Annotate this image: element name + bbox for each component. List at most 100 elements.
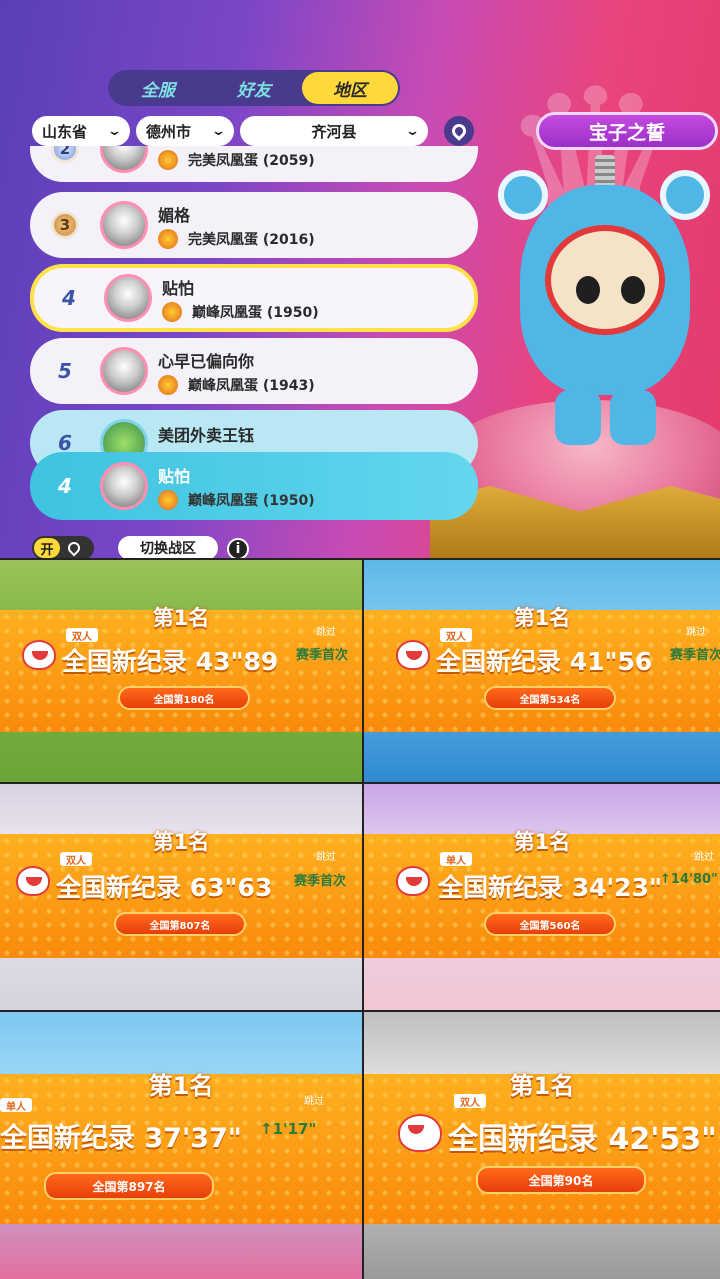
toggle-on-label: 开 <box>34 538 60 558</box>
avatar <box>100 347 148 395</box>
rank-number: 3 <box>30 211 100 239</box>
mascot-leg <box>610 390 656 445</box>
tier-text: 巅峰凤凰蛋 (1950) <box>162 301 319 322</box>
player-name: 贴怕 <box>158 466 191 486</box>
mascot-character <box>498 155 710 450</box>
record-text: 全国新纪录 34'23" <box>438 873 662 902</box>
skip-button[interactable]: 跳过 <box>316 848 336 863</box>
first-place-text: 第1名 <box>152 830 210 854</box>
record-text: 全国新纪录 41"56 <box>436 647 653 676</box>
tab-all-server[interactable]: 全服 <box>110 72 206 104</box>
scope-tabs: 全服 好友 地区 <box>108 70 400 106</box>
rank-number: 5 <box>58 359 72 383</box>
chevron-down-icon: ⌄ <box>404 123 421 139</box>
skip-button[interactable]: 跳过 <box>304 1092 324 1107</box>
bronze-medal-icon: 3 <box>51 211 79 239</box>
tier-icon <box>158 489 178 510</box>
record-panel: 第1名 单人 跳过 全国新纪录 34'23" ↑14'80" 全国第560名 <box>364 784 720 1010</box>
mascot-eye <box>621 276 645 304</box>
mode-badge: 单人 <box>0 1098 32 1113</box>
pledge-button[interactable]: 宝子之誓 <box>536 112 718 150</box>
season-first-text: 赛季首次 <box>294 874 347 889</box>
location-pin-icon <box>65 539 83 557</box>
info-icon[interactable]: i <box>227 538 249 558</box>
mode-badge: 双人 <box>440 628 472 643</box>
skip-button[interactable]: 跳过 <box>316 623 336 638</box>
tier-icon <box>162 301 182 322</box>
first-place-text: 第1名 <box>509 1072 575 1100</box>
list-item[interactable]: 5 心早已偏向你 巅峰凤凰蛋 (1943) <box>30 338 478 404</box>
county-value: 齐河县 <box>311 122 357 141</box>
record-text: 全国新纪录 63"63 <box>56 873 273 902</box>
first-place-text: 第1名 <box>152 606 210 630</box>
chevron-down-icon: ⌄ <box>106 123 123 139</box>
rank-number: 4 <box>58 474 72 498</box>
region-selectors: 山东省 ⌄ 德州市 ⌄ 齐河县 ⌄ <box>32 116 428 146</box>
tier-text: 巅峰凤凰蛋 (1950) <box>158 489 315 510</box>
mascot-eye <box>576 276 600 304</box>
avatar <box>100 462 148 510</box>
silver-medal-icon: 2 <box>51 146 79 163</box>
national-rank-pill: 全国第180名 <box>118 686 250 710</box>
province-value: 山东省 <box>42 122 88 141</box>
tab-friends[interactable]: 好友 <box>206 72 302 104</box>
mascot-leg <box>555 390 601 445</box>
mascot-logo-icon <box>396 640 430 670</box>
first-place-text: 第1名 <box>513 606 571 630</box>
mascot-logo-icon <box>22 640 56 670</box>
mode-badge: 单人 <box>440 852 472 867</box>
location-pin-icon <box>449 121 469 141</box>
player-name: 美团外卖王钰 <box>158 426 255 445</box>
tier-icon <box>158 228 178 249</box>
province-select[interactable]: 山东省 ⌄ <box>32 116 130 146</box>
mascot-logo-icon <box>398 1114 442 1152</box>
county-select[interactable]: 齐河县 ⌄ <box>240 116 428 146</box>
record-text: 全国新纪录 42'53" <box>448 1122 717 1157</box>
leaderboard-list[interactable]: 2 完美凤凰蛋 (2059) 3 媚格 完美凤凰蛋 (2016) 4 贴怕 巅峰… <box>30 146 480 526</box>
switch-zone-button[interactable]: 切换战区 <box>118 536 218 558</box>
mode-badge: 双人 <box>60 852 92 867</box>
mascot-logo-icon <box>16 866 50 896</box>
record-panel: 第1名 双人 跳过 全国新纪录 63"63 赛季首次 全国第807名 <box>0 784 362 1010</box>
improvement-text: ↑14'80" <box>660 872 718 887</box>
tier-text: 巅峰凤凰蛋 (1943) <box>158 374 315 395</box>
avatar <box>104 274 152 322</box>
player-name: 贴怕 <box>162 278 195 298</box>
tier-icon <box>158 150 178 170</box>
national-rank-pill: 全国第560名 <box>484 912 616 936</box>
list-item-current-player[interactable]: 4 贴怕 巅峰凤凰蛋 (1950) <box>30 264 478 332</box>
skip-button[interactable]: 跳过 <box>686 623 706 638</box>
season-first-text: 赛季首次 <box>670 648 720 663</box>
mascot-left-eye-stalk <box>498 170 548 220</box>
tier-text: 完美凤凰蛋 (2016) <box>158 228 315 249</box>
rank-number: 2 <box>30 146 100 163</box>
location-toggle[interactable]: 开 <box>32 536 94 558</box>
list-item[interactable]: 2 完美凤凰蛋 (2059) <box>30 146 478 182</box>
record-panel: 第1名 单人 跳过 全国新纪录 37'37" ↑1'17" 全国第897名 <box>0 1012 362 1279</box>
avatar <box>100 201 148 249</box>
improvement-text: ↑1'17" <box>260 1120 317 1138</box>
mascot-logo-icon <box>396 866 430 896</box>
city-select[interactable]: 德州市 ⌄ <box>136 116 234 146</box>
record-panel: 第1名 双人 跳过 全国新纪录 41"56 赛季首次 全国第534名 <box>364 560 720 782</box>
player-name: 媚格 <box>158 205 191 225</box>
mode-badge: 双人 <box>454 1094 486 1109</box>
tab-region[interactable]: 地区 <box>302 72 398 104</box>
record-text: 全国新纪录 37'37" <box>0 1123 242 1154</box>
locate-button[interactable] <box>444 116 474 146</box>
avatar <box>100 146 148 173</box>
chevron-down-icon: ⌄ <box>210 123 227 139</box>
record-panel: 第1名 双人 全国新纪录 42'53" 全国第90名 <box>364 1012 720 1279</box>
bottom-controls: 开 切换战区 <box>32 536 218 558</box>
national-rank-pill: 全国第897名 <box>44 1172 214 1200</box>
mascot-face <box>545 225 665 335</box>
national-rank-pill: 全国第534名 <box>484 686 616 710</box>
tier-text: 完美凤凰蛋 (2059) <box>158 150 315 170</box>
skip-button[interactable]: 跳过 <box>694 848 714 863</box>
player-name: 心早已偏向你 <box>158 351 255 371</box>
season-first-text: 赛季首次 <box>296 648 349 663</box>
national-rank-pill: 全国第90名 <box>476 1166 646 1194</box>
list-item[interactable]: 3 媚格 完美凤凰蛋 (2016) <box>30 192 478 258</box>
rank-number: 4 <box>62 286 76 310</box>
my-rank-row[interactable]: 4 贴怕 巅峰凤凰蛋 (1950) <box>30 452 478 520</box>
